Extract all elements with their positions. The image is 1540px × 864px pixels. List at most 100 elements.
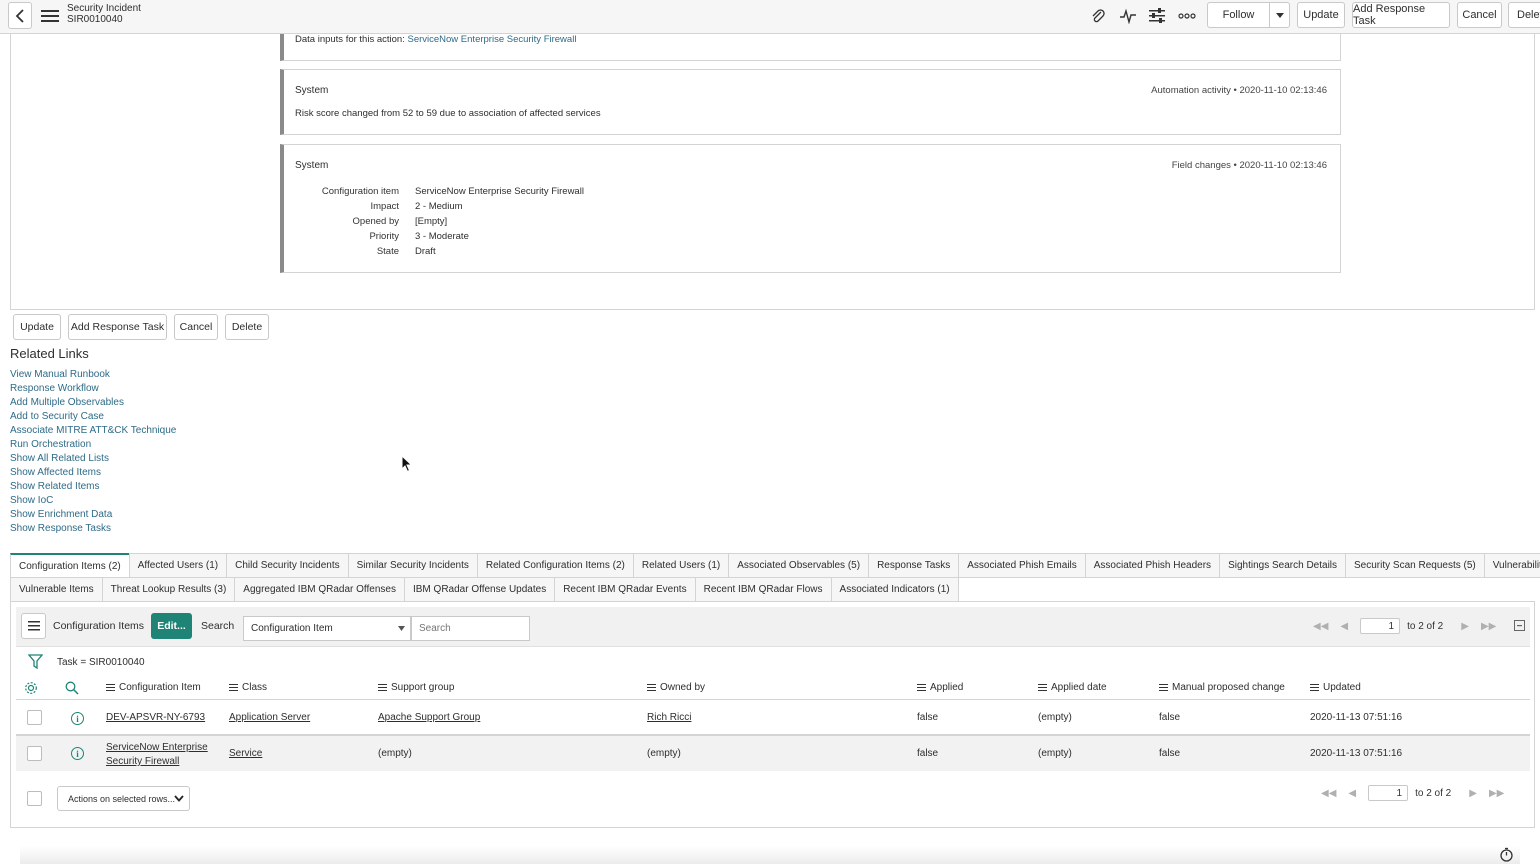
- actions-select[interactable]: Actions on selected rows...: [57, 786, 190, 811]
- prev-page-icon[interactable]: ◀: [1348, 788, 1356, 799]
- field-change-value: [Empty]: [415, 216, 448, 227]
- follow-dropdown-button[interactable]: [1269, 2, 1290, 28]
- next-page-icon[interactable]: ▶: [1461, 621, 1469, 632]
- column-header-owned-by[interactable]: Owned by: [647, 682, 705, 693]
- paperclip-icon[interactable]: [1087, 5, 1109, 27]
- related-link-show-response-tasks[interactable]: Show Response Tasks: [10, 523, 176, 537]
- cell-class[interactable]: Application Server: [229, 712, 310, 723]
- more-options-icon[interactable]: [1176, 5, 1198, 27]
- header-update-button[interactable]: Update: [1297, 2, 1345, 28]
- tab-vulnerable-items[interactable]: Vulnerable Items: [10, 577, 103, 602]
- tab-configuration-items[interactable]: Configuration Items (2): [10, 553, 130, 578]
- column-header-support-group[interactable]: Support group: [378, 682, 454, 693]
- search-input[interactable]: [411, 616, 530, 641]
- row-checkbox[interactable]: [27, 746, 42, 761]
- column-header-class[interactable]: Class: [229, 682, 267, 693]
- column-header-applied[interactable]: Applied: [917, 682, 963, 693]
- related-link-response-workflow[interactable]: Response Workflow: [10, 383, 176, 397]
- filter-breadcrumb[interactable]: Task = SIR0010040: [57, 657, 145, 668]
- cell-configuration-item[interactable]: DEV-APSVR-NY-6793: [106, 712, 205, 723]
- column-header-updated[interactable]: Updated: [1310, 682, 1361, 693]
- related-link-show-ioc[interactable]: Show IoC: [10, 495, 176, 509]
- related-link-view-manual-runbook[interactable]: View Manual Runbook: [10, 369, 176, 383]
- cell-support-group[interactable]: Apache Support Group: [378, 712, 480, 723]
- bottom-shade: [20, 846, 1520, 864]
- related-link-add-multiple-observables[interactable]: Add Multiple Observables: [10, 397, 176, 411]
- last-page-icon[interactable]: ▶▶: [1481, 621, 1496, 632]
- tab-response-tasks[interactable]: Response Tasks: [868, 553, 960, 578]
- filter-icon[interactable]: [28, 654, 43, 670]
- tab-related-users[interactable]: Related Users (1): [632, 553, 730, 578]
- tab-associated-indicators[interactable]: Associated Indicators (1): [830, 577, 959, 602]
- tab-security-scan-requests[interactable]: Security Scan Requests (5): [1345, 553, 1485, 578]
- column-header-applied-date[interactable]: Applied date: [1038, 682, 1107, 693]
- timer-icon[interactable]: [1499, 847, 1514, 862]
- header-delete-button[interactable]: Delet: [1508, 2, 1540, 28]
- first-page-icon[interactable]: ◀◀: [1313, 621, 1328, 632]
- hamburger-menu-icon[interactable]: [39, 5, 61, 27]
- tab-affected-users[interactable]: Affected Users (1): [128, 553, 228, 578]
- search-icon[interactable]: [65, 681, 79, 695]
- tab-related-configuration-items[interactable]: Related Configuration Items (2): [476, 553, 634, 578]
- tab-recent-ibm-qradar-flows[interactable]: Recent IBM QRadar Flows: [694, 577, 832, 602]
- page-number-input[interactable]: [1360, 618, 1401, 634]
- column-header-configuration-item[interactable]: Configuration Item: [106, 682, 201, 693]
- first-page-icon[interactable]: ◀◀: [1321, 788, 1336, 799]
- header-add-response-task-button[interactable]: Add Response Task: [1352, 2, 1450, 28]
- tab-associated-phish-emails[interactable]: Associated Phish Emails: [958, 553, 1086, 578]
- partial-line-link[interactable]: ServiceNow Enterprise Security Firewall: [407, 34, 576, 45]
- related-list-tabs-row-1: Configuration Items (2) Affected Users (…: [10, 553, 1540, 578]
- page-number-input[interactable]: [1368, 785, 1409, 801]
- tab-associated-phish-headers[interactable]: Associated Phish Headers: [1084, 553, 1221, 578]
- related-link-run-orchestration[interactable]: Run Orchestration: [10, 439, 176, 453]
- cell-class[interactable]: Service: [229, 748, 262, 759]
- related-link-show-affected-items[interactable]: Show Affected Items: [10, 467, 176, 481]
- follow-button[interactable]: Follow: [1207, 2, 1270, 28]
- column-header-manual-proposed-change[interactable]: Manual proposed change: [1159, 682, 1285, 693]
- activity-icon[interactable]: [1117, 5, 1139, 27]
- select-all-checkbox[interactable]: [27, 791, 42, 806]
- search-field-select[interactable]: Configuration Item: [243, 616, 411, 641]
- cell-owned-by[interactable]: Rich Ricci: [647, 712, 691, 723]
- related-link-show-all-related-lists[interactable]: Show All Related Lists: [10, 453, 176, 467]
- tab-vulnerability-groups[interactable]: Vulnerability Groups: [1483, 553, 1540, 578]
- back-button[interactable]: [8, 2, 32, 29]
- collapse-icon[interactable]: [1514, 620, 1525, 631]
- related-links-list: View Manual Runbook Response Workflow Ad…: [10, 369, 176, 537]
- last-page-icon[interactable]: ▶▶: [1489, 788, 1504, 799]
- column-label: Applied: [930, 682, 964, 693]
- cell-updated: 2020-11-13 07:51:16: [1310, 712, 1403, 723]
- field-change-label: State: [376, 246, 399, 257]
- tab-ibm-qradar-offense-updates[interactable]: IBM QRadar Offense Updates: [403, 577, 556, 602]
- info-icon[interactable]: i: [71, 712, 84, 725]
- related-link-show-enrichment-data[interactable]: Show Enrichment Data: [10, 509, 176, 523]
- related-link-show-related-items[interactable]: Show Related Items: [10, 481, 176, 495]
- tab-threat-lookup-results[interactable]: Threat Lookup Results (3): [101, 577, 236, 602]
- row-checkbox[interactable]: [27, 710, 42, 725]
- related-link-add-to-security-case[interactable]: Add to Security Case: [10, 411, 176, 425]
- list-menu-button[interactable]: [21, 613, 46, 639]
- cell-configuration-item[interactable]: ServiceNow Enterprise Security Firewall: [106, 741, 208, 769]
- tab-sightings-search-details[interactable]: Sightings Search Details: [1219, 553, 1347, 578]
- column-menu-icon: [917, 684, 926, 691]
- tab-similar-security-incidents[interactable]: Similar Security Incidents: [347, 553, 478, 578]
- gear-icon[interactable]: [24, 681, 38, 695]
- partial-line: Data inputs for this action: ServiceNow …: [295, 34, 576, 45]
- configuration-items-list: Configuration Items Edit... Search Confi…: [10, 601, 1535, 828]
- tab-associated-observables[interactable]: Associated Observables (5): [728, 553, 870, 578]
- prev-page-icon[interactable]: ◀: [1340, 621, 1348, 632]
- add-response-task-button[interactable]: Add Response Task: [68, 314, 167, 340]
- tab-child-security-incidents[interactable]: Child Security Incidents: [226, 553, 349, 578]
- settings-sliders-icon[interactable]: [1146, 5, 1168, 27]
- cancel-button[interactable]: Cancel: [174, 314, 218, 340]
- delete-button[interactable]: Delete: [225, 314, 269, 340]
- info-icon[interactable]: i: [71, 747, 84, 760]
- cell-support-group: (empty): [378, 748, 412, 759]
- related-link-associate-mitre[interactable]: Associate MITRE ATT&CK Technique: [10, 425, 176, 439]
- next-page-icon[interactable]: ▶: [1469, 788, 1477, 799]
- tab-recent-ibm-qradar-events[interactable]: Recent IBM QRadar Events: [554, 577, 696, 602]
- update-button[interactable]: Update: [13, 314, 61, 340]
- edit-button[interactable]: Edit...: [151, 613, 192, 639]
- header-cancel-button[interactable]: Cancel: [1457, 2, 1502, 28]
- tab-aggregated-ibm-qradar-offenses[interactable]: Aggregated IBM QRadar Offenses: [234, 577, 405, 602]
